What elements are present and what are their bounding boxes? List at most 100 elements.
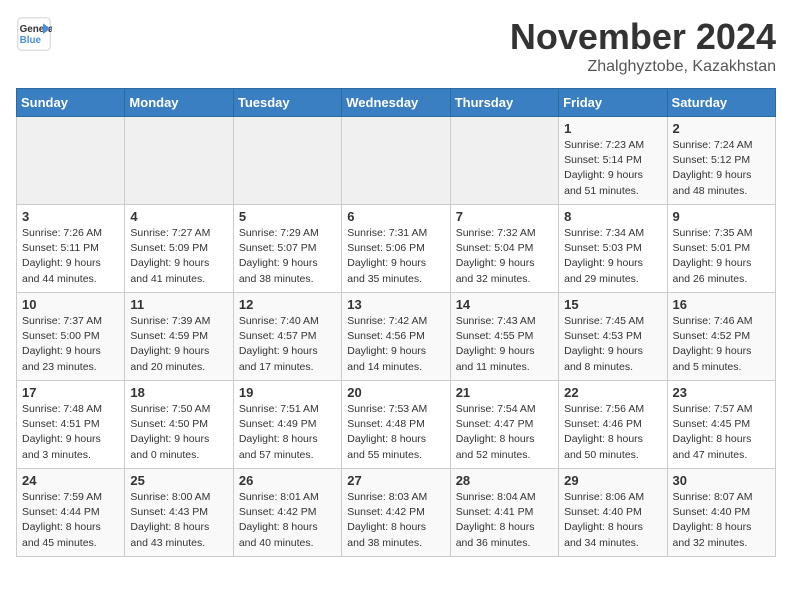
day-info: Sunrise: 7:54 AMSunset: 4:47 PMDaylight:…: [456, 402, 553, 463]
day-cell: 5 Sunrise: 7:29 AMSunset: 5:07 PMDaylight…: [233, 205, 341, 293]
col-header-friday: Friday: [559, 89, 667, 117]
col-header-tuesday: Tuesday: [233, 89, 341, 117]
day-cell: 25Sunrise: 8:00 AMSunset: 4:43 PMDayligh…: [125, 469, 233, 557]
day-info: Sunrise: 8:01 AMSunset: 4:42 PMDaylight:…: [239, 490, 336, 551]
day-number: 4: [130, 209, 227, 224]
day-number: 9: [673, 209, 770, 224]
col-header-saturday: Saturday: [667, 89, 775, 117]
logo: General Blue: [16, 16, 52, 52]
day-info: Sunrise: 7:42 AMSunset: 4:56 PMDaylight:…: [347, 314, 444, 375]
page-header: General Blue November 2024 Zhalghyztobe,…: [16, 16, 776, 76]
day-info: Sunrise: 7:23 AMSunset: 5:14 PMDaylight:…: [564, 138, 661, 199]
day-cell: 20 Sunrise: 7:53 AMSunset: 4:48 PMDayligh…: [342, 381, 450, 469]
day-cell: 23Sunrise: 7:57 AMSunset: 4:45 PMDayligh…: [667, 381, 775, 469]
day-number: 25: [130, 473, 227, 488]
day-number: 5: [239, 209, 336, 224]
day-number: 11: [130, 297, 227, 312]
day-number: 30: [673, 473, 770, 488]
day-number: 24: [22, 473, 119, 488]
day-cell: 13 Sunrise: 7:42 AMSunset: 4:56 PMDayligh…: [342, 293, 450, 381]
day-info: Sunrise: 7:50 AMSunset: 4:50 PMDaylight:…: [130, 402, 227, 463]
day-info: Sunrise: 7:26 AMSunset: 5:11 PMDaylight:…: [22, 226, 119, 287]
day-cell: 11Sunrise: 7:39 AMSunset: 4:59 PMDayligh…: [125, 293, 233, 381]
day-cell: 14 Sunrise: 7:43 AMSunset: 4:55 PMDayligh…: [450, 293, 558, 381]
week-row-2: 3 Sunrise: 7:26 AMSunset: 5:11 PMDaylight…: [17, 205, 776, 293]
day-number: 2: [673, 121, 770, 136]
day-number: 7: [456, 209, 553, 224]
day-cell: 30Sunrise: 8:07 AMSunset: 4:40 PMDayligh…: [667, 469, 775, 557]
day-info: Sunrise: 7:45 AMSunset: 4:53 PMDaylight:…: [564, 314, 661, 375]
day-info: Sunrise: 7:34 AMSunset: 5:03 PMDaylight:…: [564, 226, 661, 287]
day-info: Sunrise: 8:03 AMSunset: 4:42 PMDaylight:…: [347, 490, 444, 551]
day-number: 15: [564, 297, 661, 312]
day-cell: 18 Sunrise: 7:50 AMSunset: 4:50 PMDayligh…: [125, 381, 233, 469]
day-number: 6: [347, 209, 444, 224]
day-number: 3: [22, 209, 119, 224]
day-cell: 1 Sunrise: 7:23 AMSunset: 5:14 PMDaylight…: [559, 117, 667, 205]
month-title: November 2024: [510, 16, 776, 58]
day-cell: 6 Sunrise: 7:31 AMSunset: 5:06 PMDaylight…: [342, 205, 450, 293]
day-cell: [450, 117, 558, 205]
day-number: 14: [456, 297, 553, 312]
day-number: 18: [130, 385, 227, 400]
day-info: Sunrise: 7:59 AMSunset: 4:44 PMDaylight:…: [22, 490, 119, 551]
day-cell: 8 Sunrise: 7:34 AMSunset: 5:03 PMDaylight…: [559, 205, 667, 293]
logo-icon: General Blue: [16, 16, 52, 52]
day-cell: 17 Sunrise: 7:48 AMSunset: 4:51 PMDayligh…: [17, 381, 125, 469]
day-info: Sunrise: 7:57 AMSunset: 4:45 PMDaylight:…: [673, 402, 770, 463]
day-number: 27: [347, 473, 444, 488]
day-info: Sunrise: 7:56 AMSunset: 4:46 PMDaylight:…: [564, 402, 661, 463]
day-cell: 22Sunrise: 7:56 AMSunset: 4:46 PMDayligh…: [559, 381, 667, 469]
day-number: 20: [347, 385, 444, 400]
day-cell: 2 Sunrise: 7:24 AMSunset: 5:12 PMDaylight…: [667, 117, 775, 205]
day-info: Sunrise: 7:31 AMSunset: 5:06 PMDaylight:…: [347, 226, 444, 287]
day-number: 19: [239, 385, 336, 400]
day-cell: 19 Sunrise: 7:51 AMSunset: 4:49 PMDayligh…: [233, 381, 341, 469]
day-number: 13: [347, 297, 444, 312]
day-cell: 9Sunrise: 7:35 AMSunset: 5:01 PMDaylight…: [667, 205, 775, 293]
day-cell: 7 Sunrise: 7:32 AMSunset: 5:04 PMDaylight…: [450, 205, 558, 293]
day-number: 17: [22, 385, 119, 400]
day-number: 16: [673, 297, 770, 312]
svg-text:Blue: Blue: [20, 35, 42, 46]
day-info: Sunrise: 7:29 AMSunset: 5:07 PMDaylight:…: [239, 226, 336, 287]
day-number: 10: [22, 297, 119, 312]
col-header-wednesday: Wednesday: [342, 89, 450, 117]
day-number: 8: [564, 209, 661, 224]
day-number: 28: [456, 473, 553, 488]
day-number: 1: [564, 121, 661, 136]
location-title: Zhalghyztobe, Kazakhstan: [510, 58, 776, 76]
day-info: Sunrise: 8:06 AMSunset: 4:40 PMDaylight:…: [564, 490, 661, 551]
day-info: Sunrise: 7:27 AMSunset: 5:09 PMDaylight:…: [130, 226, 227, 287]
day-number: 29: [564, 473, 661, 488]
day-cell: [233, 117, 341, 205]
day-info: Sunrise: 7:43 AMSunset: 4:55 PMDaylight:…: [456, 314, 553, 375]
week-row-3: 10 Sunrise: 7:37 AMSunset: 5:00 PMDayligh…: [17, 293, 776, 381]
day-info: Sunrise: 7:37 AMSunset: 5:00 PMDaylight:…: [22, 314, 119, 375]
calendar-table: SundayMondayTuesdayWednesdayThursdayFrid…: [16, 88, 776, 557]
col-header-monday: Monday: [125, 89, 233, 117]
day-cell: [125, 117, 233, 205]
day-number: 21: [456, 385, 553, 400]
col-header-thursday: Thursday: [450, 89, 558, 117]
day-info: Sunrise: 7:24 AMSunset: 5:12 PMDaylight:…: [673, 138, 770, 199]
day-cell: [17, 117, 125, 205]
day-info: Sunrise: 7:40 AMSunset: 4:57 PMDaylight:…: [239, 314, 336, 375]
day-info: Sunrise: 7:46 AMSunset: 4:52 PMDaylight:…: [673, 314, 770, 375]
col-header-sunday: Sunday: [17, 89, 125, 117]
day-info: Sunrise: 7:51 AMSunset: 4:49 PMDaylight:…: [239, 402, 336, 463]
day-cell: 3 Sunrise: 7:26 AMSunset: 5:11 PMDaylight…: [17, 205, 125, 293]
day-info: Sunrise: 7:53 AMSunset: 4:48 PMDaylight:…: [347, 402, 444, 463]
day-cell: 26Sunrise: 8:01 AMSunset: 4:42 PMDayligh…: [233, 469, 341, 557]
day-info: Sunrise: 7:48 AMSunset: 4:51 PMDaylight:…: [22, 402, 119, 463]
day-info: Sunrise: 8:04 AMSunset: 4:41 PMDaylight:…: [456, 490, 553, 551]
day-info: Sunrise: 7:32 AMSunset: 5:04 PMDaylight:…: [456, 226, 553, 287]
day-cell: [342, 117, 450, 205]
day-cell: 10 Sunrise: 7:37 AMSunset: 5:00 PMDayligh…: [17, 293, 125, 381]
day-cell: 28 Sunrise: 8:04 AMSunset: 4:41 PMDayligh…: [450, 469, 558, 557]
day-cell: 21 Sunrise: 7:54 AMSunset: 4:47 PMDayligh…: [450, 381, 558, 469]
day-cell: 15 Sunrise: 7:45 AMSunset: 4:53 PMDayligh…: [559, 293, 667, 381]
week-row-1: 1 Sunrise: 7:23 AMSunset: 5:14 PMDaylight…: [17, 117, 776, 205]
day-cell: 16 Sunrise: 7:46 AMSunset: 4:52 PMDayligh…: [667, 293, 775, 381]
day-cell: 29 Sunrise: 8:06 AMSunset: 4:40 PMDayligh…: [559, 469, 667, 557]
